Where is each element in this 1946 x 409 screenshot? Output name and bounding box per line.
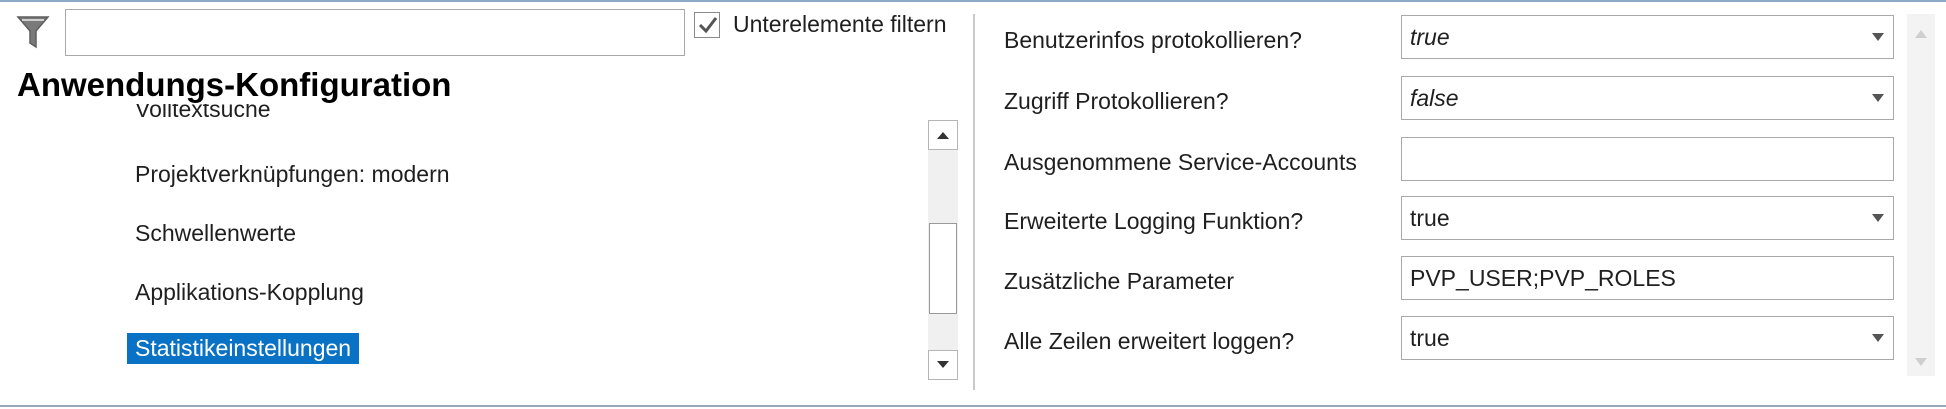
funnel-icon[interactable] <box>16 14 50 50</box>
property-label-zusaetzliche-parameter: Zusätzliche Parameter <box>1004 268 1235 294</box>
section-title: Anwendungs-Konfiguration <box>17 66 452 103</box>
scroll-thumb[interactable] <box>929 223 957 314</box>
zusaetzliche-parameter-input[interactable] <box>1410 264 1893 292</box>
zugriff-dropdown[interactable]: false <box>1401 76 1894 120</box>
zusaetzliche-parameter-field[interactable] <box>1401 256 1894 300</box>
chevron-down-icon <box>1872 334 1884 342</box>
tree-item-volltextsuche[interactable]: Volltextsuche <box>135 104 271 123</box>
arrow-up-icon[interactable] <box>1915 30 1927 38</box>
chevron-down-icon <box>1872 33 1884 41</box>
property-label-benutzerinfos: Benutzerinfos protokollieren? <box>1004 27 1302 53</box>
checkmark-icon <box>698 16 718 33</box>
tree-scrollbar[interactable] <box>928 120 958 380</box>
tree-item-applikations-kopplung[interactable]: Applikations-Kopplung <box>135 279 364 306</box>
arrow-down-icon <box>937 361 949 368</box>
property-label-zugriff: Zugriff Protokollieren? <box>1004 88 1229 114</box>
dropdown-value: true <box>1410 23 1450 50</box>
arrow-down-icon[interactable] <box>1915 358 1927 366</box>
subelements-filter-checkbox[interactable] <box>694 11 720 38</box>
window-top-border <box>0 0 1946 2</box>
scroll-down-button[interactable] <box>928 350 958 380</box>
service-accounts-field[interactable] <box>1401 137 1894 181</box>
property-label-alle-zeilen: Alle Zeilen erweitert loggen? <box>1004 328 1295 354</box>
erweiterte-logging-dropdown[interactable]: true <box>1401 196 1894 240</box>
dropdown-value: true <box>1410 204 1450 231</box>
property-label-service-accounts: Ausgenommene Service-Accounts <box>1004 149 1357 175</box>
chevron-down-icon <box>1872 214 1884 222</box>
tree-item-statistikeinstellungen[interactable]: Statistikeinstellungen <box>127 333 360 364</box>
scroll-up-button[interactable] <box>928 120 958 150</box>
window-bottom-border <box>0 405 1946 407</box>
config-tree-list: Volltextsuche Projektverknüpfungen: mode… <box>120 104 920 380</box>
arrow-up-icon <box>937 132 949 139</box>
properties-scrollbar[interactable] <box>1907 14 1935 376</box>
dropdown-value: true <box>1410 324 1450 351</box>
benutzerinfos-dropdown[interactable]: true <box>1401 15 1894 59</box>
subelements-filter-option[interactable]: Unterelemente filtern <box>694 11 947 38</box>
subelements-filter-label: Unterelemente filtern <box>733 11 947 37</box>
service-accounts-input[interactable] <box>1410 145 1893 173</box>
filter-input[interactable] <box>65 9 685 56</box>
tree-item-projektverknuepfungen[interactable]: Projektverknüpfungen: modern <box>135 161 450 188</box>
tree-item-schwellenwerte[interactable]: Schwellenwerte <box>135 220 296 247</box>
property-label-erweiterte-logging: Erweiterte Logging Funktion? <box>1004 208 1304 234</box>
dropdown-value: false <box>1410 84 1459 111</box>
alle-zeilen-dropdown[interactable]: true <box>1401 316 1894 360</box>
chevron-down-icon <box>1872 94 1884 102</box>
panel-splitter[interactable] <box>973 14 975 390</box>
